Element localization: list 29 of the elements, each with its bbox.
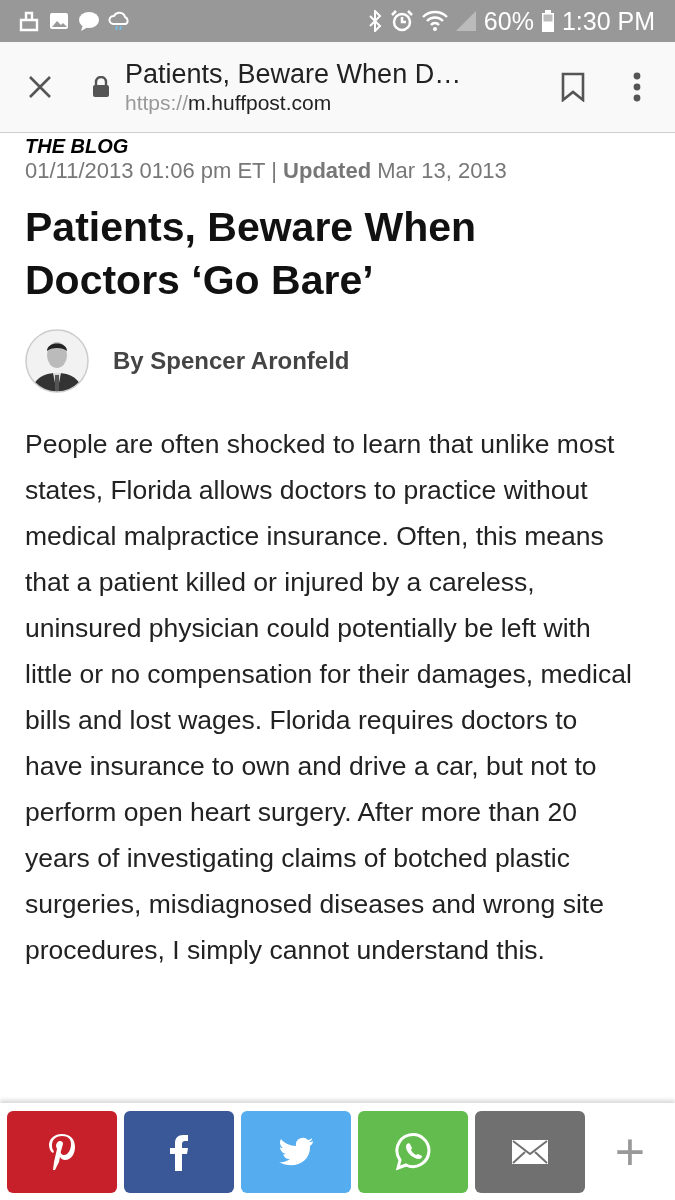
wifi-icon xyxy=(421,10,448,32)
facebook-share-button[interactable] xyxy=(124,1110,234,1193)
pinterest-icon xyxy=(47,1131,77,1172)
section-label: THE BLOG xyxy=(25,135,130,157)
email-share-button[interactable] xyxy=(475,1110,585,1193)
chat-icon xyxy=(78,10,100,32)
bookmark-icon[interactable] xyxy=(561,72,585,102)
rain-cloud-icon xyxy=(108,10,132,32)
clock: 1:30 PM xyxy=(561,6,655,36)
battery-percent: 60% xyxy=(483,6,534,36)
bluetooth-icon xyxy=(367,10,382,32)
headline: Patients, Beware When Doctors ‘Go Bare’ xyxy=(25,203,478,305)
facebook-icon xyxy=(169,1132,189,1171)
dateline: 01/11/2013 01:06 pm ET | Updated Mar 13, 2013 xyxy=(25,157,508,185)
menu-icon[interactable] xyxy=(633,72,641,102)
lock-icon xyxy=(92,76,110,98)
article-paragraph: People are often shocked to learn that unlike most states, Florida allows doctors to practice without medical malpractice insurance. Often, this means that a patient killed or injured by a careless, uninsured physician could potentially be left with little or no compensation for their damages, medical bills and lost wages. Florida requires doctors to have insurance to own and drive a car, but not to perform open heart surgery. After more than 20 years of investigating claims of botched plastic surgeries, misdiagnosed diseases and wrong site procedures, I simply cannot understand this. xyxy=(25,428,633,967)
whatsapp-icon xyxy=(394,1132,432,1171)
signal-icon xyxy=(455,11,476,31)
alarm-icon xyxy=(389,9,414,33)
battery-icon xyxy=(541,10,554,32)
close-icon[interactable] xyxy=(28,75,52,99)
bird-icon xyxy=(278,1136,314,1167)
envelope-icon xyxy=(512,1139,548,1164)
pinterest-share-button[interactable] xyxy=(7,1110,117,1193)
image-icon xyxy=(48,10,70,32)
page-title: Patients, Beware When D… xyxy=(125,58,463,90)
url-text[interactable]: https://m.huffpost.com xyxy=(125,90,561,116)
author-byline[interactable]: By Spencer Aronfeld xyxy=(113,347,350,375)
